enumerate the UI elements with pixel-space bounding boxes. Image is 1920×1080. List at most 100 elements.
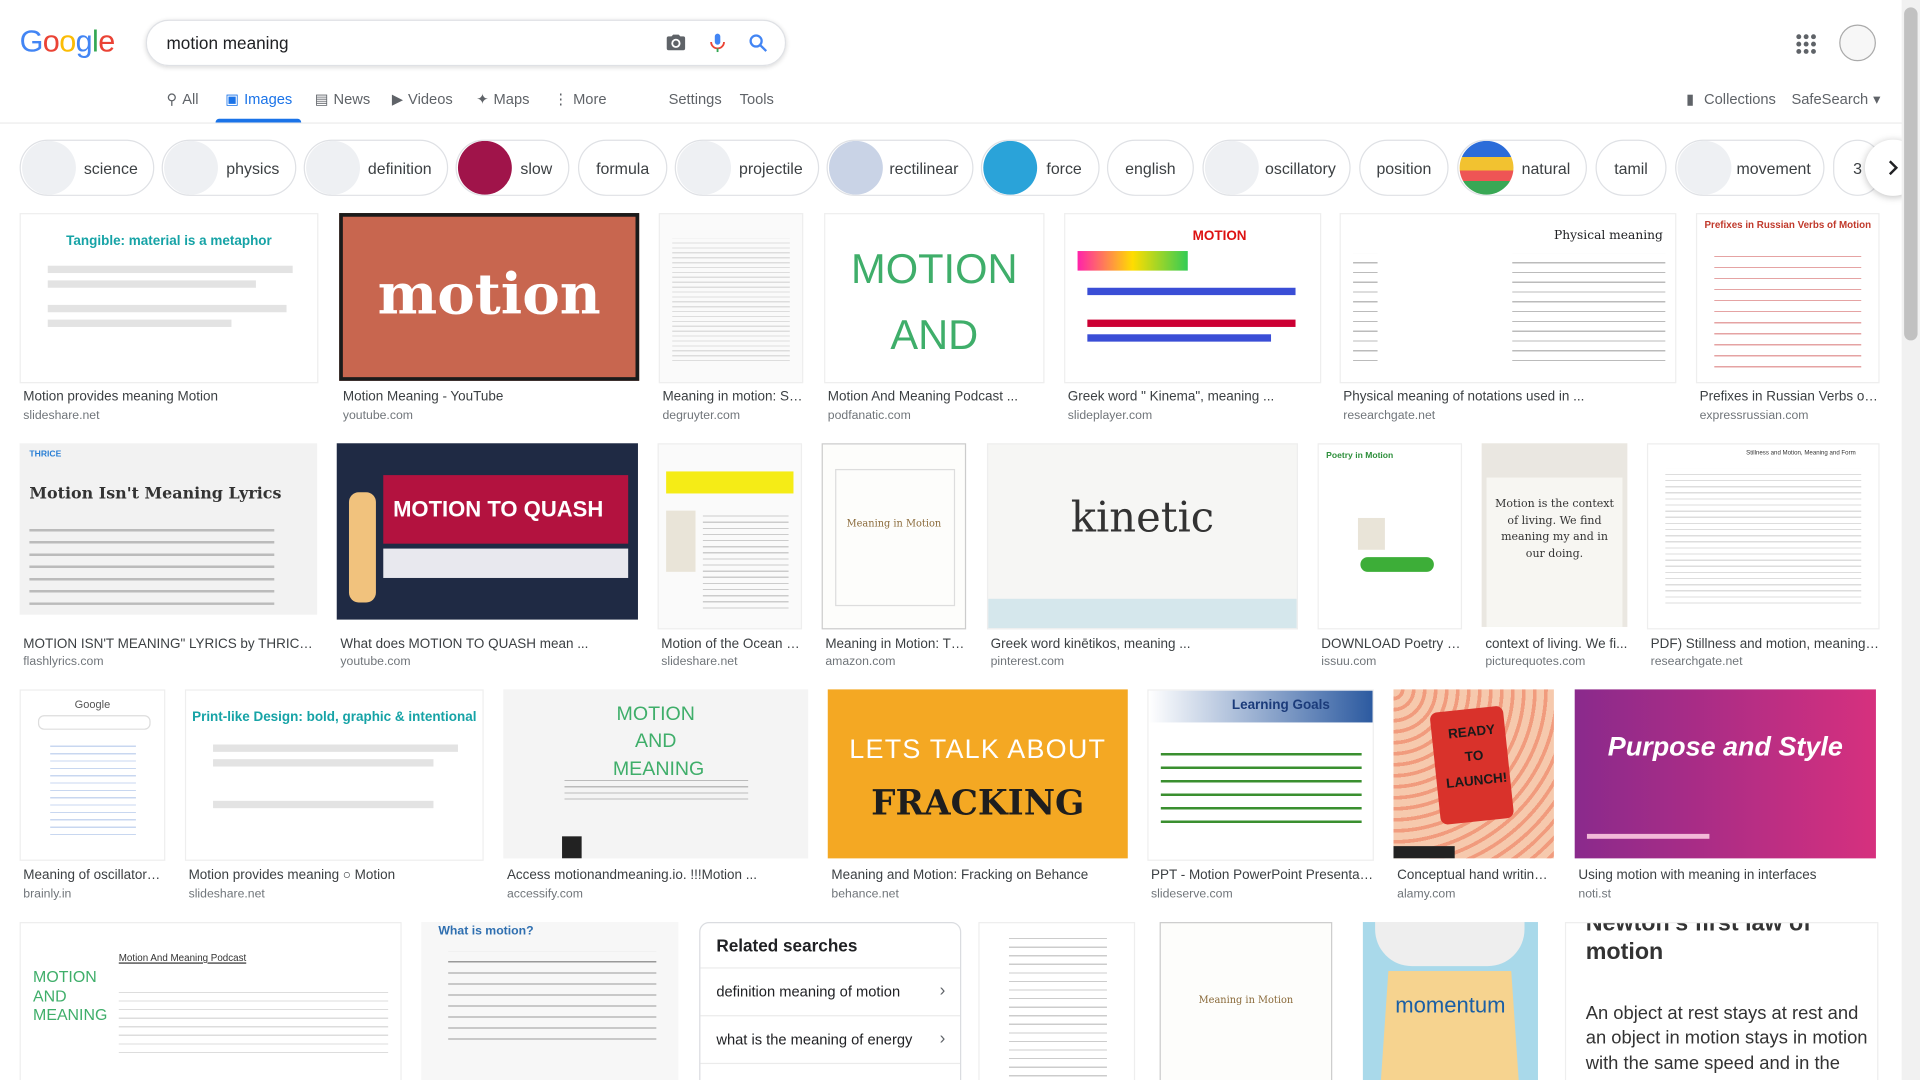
chip-slow[interactable]: slow (455, 139, 570, 196)
result-thumbnail[interactable]: Print-like Design: bold, graphic & inten… (184, 689, 484, 861)
result-thumbnail[interactable]: LETS TALK ABOUT FRACKING (827, 689, 1128, 859)
related-searches: Related searches definition meaning of m… (699, 922, 962, 1080)
image-result[interactable]: What is motion? (421, 922, 679, 1080)
image-result[interactable]: Meaning in Motion (1159, 922, 1333, 1080)
settings-link[interactable]: Settings (669, 91, 722, 108)
image-result[interactable]: motion Motion Meaning - YouTube youtube.… (339, 213, 640, 424)
result-thumbnail[interactable] (657, 443, 803, 630)
result-thumbnail[interactable]: Prefixes in Russian Verbs of Motion (1695, 213, 1880, 384)
more-vertical-icon: ⋮ (553, 90, 569, 108)
chip-oscillatory[interactable]: oscillatory (1202, 139, 1351, 196)
image-result[interactable] (978, 922, 1136, 1080)
chip-position[interactable]: position (1359, 139, 1449, 196)
chip-projectile[interactable]: projectile (674, 139, 820, 196)
result-thumbnail[interactable]: Meaning in Motion (1159, 922, 1333, 1080)
safesearch-menu[interactable]: SafeSearch ▾ (1791, 91, 1880, 108)
related-item[interactable]: definition meaning of motion › (700, 967, 961, 1015)
image-result[interactable]: momentum (1362, 922, 1538, 1080)
result-thumbnail[interactable]: MOTION AND MEANING (824, 213, 1045, 384)
image-result[interactable]: THRICE Motion Isn't Meaning Lyrics MOTIO… (19, 443, 318, 671)
result-thumbnail[interactable]: Newton's first law of motion An object a… (1564, 922, 1879, 1080)
result-thumbnail[interactable]: Stillness and Motion, Meaning and Form (1646, 443, 1880, 630)
caret-down-icon: ▾ (1873, 90, 1881, 108)
image-result[interactable]: kinetic Greek word kinētikos, meaning ..… (986, 443, 1298, 671)
image-result[interactable]: Motion is the context of living. We find… (1481, 443, 1628, 671)
result-thumbnail[interactable]: Motion is the context of living. We find… (1481, 443, 1628, 627)
result-thumbnail[interactable]: motion (339, 213, 640, 381)
related-item[interactable] (700, 1062, 961, 1080)
result-thumbnail[interactable]: Tangible: material is a metaphor (19, 213, 319, 384)
chip-english[interactable]: english (1106, 139, 1194, 196)
result-thumbnail[interactable]: Meaning in Motion (821, 443, 967, 630)
result-thumbnail[interactable]: momentum (1362, 922, 1538, 1080)
result-thumbnail[interactable]: Purpose and Style (1574, 689, 1876, 859)
result-thumbnail[interactable]: Physical meaning (1339, 213, 1677, 384)
microphone-icon[interactable] (707, 32, 729, 54)
tab-all[interactable]: ⚲ All (167, 91, 199, 108)
page-scrollbar[interactable] (1901, 0, 1920, 1080)
result-thumbnail[interactable] (978, 922, 1136, 1080)
chip-movement[interactable]: movement (1675, 139, 1825, 196)
camera-icon[interactable] (665, 32, 687, 54)
chip-natural[interactable]: natural (1457, 139, 1587, 196)
chip-tamil[interactable]: tamil (1595, 139, 1667, 196)
chip-definition[interactable]: definition (303, 139, 449, 196)
chip-science[interactable]: science (19, 139, 155, 196)
tab-news[interactable]: ▤ News (315, 91, 371, 108)
result-thumbnail[interactable]: kinetic (986, 443, 1298, 630)
chip-rectilinear[interactable]: rectilinear (826, 139, 974, 196)
chip-force[interactable]: force (980, 139, 1100, 196)
avatar[interactable] (1839, 24, 1876, 62)
image-result[interactable]: Physical meaning Physical meaning of not… (1339, 213, 1677, 424)
image-result[interactable]: Tangible: material is a metaphor Motion … (19, 213, 319, 424)
related-item[interactable]: what is the meaning of energy › (700, 1015, 961, 1063)
collections-link[interactable]: ▮ Collections (1686, 91, 1776, 108)
chip-thumbnail (828, 140, 883, 195)
result-thumbnail[interactable]: Poetry in Motion (1317, 443, 1463, 630)
search-input[interactable]: motion meaning (167, 33, 289, 53)
image-result[interactable]: LETS TALK ABOUT FRACKING Meaning and Mot… (827, 689, 1128, 903)
tab-images[interactable]: ▣ Images (225, 91, 292, 108)
image-result[interactable]: Print-like Design: bold, graphic & inten… (184, 689, 484, 903)
result-thumbnail[interactable] (658, 213, 804, 384)
tab-videos[interactable]: ▶ Videos (392, 91, 453, 108)
image-result[interactable]: Poetry in Motion DOWNLOAD Poetry in... i… (1317, 443, 1463, 671)
result-thumbnail[interactable]: MOTION AND MEANING (503, 689, 809, 859)
image-result[interactable]: Newton's first law of motion An object a… (1564, 922, 1879, 1080)
image-result[interactable]: READY TO LAUNCH! Conceptual hand writing… (1393, 689, 1554, 903)
tools-link[interactable]: Tools (740, 91, 774, 108)
chip-physics[interactable]: physics (161, 139, 297, 196)
image-result[interactable]: Stillness and Motion, Meaning and Form P… (1646, 443, 1880, 671)
apps-icon[interactable] (1796, 34, 1816, 54)
result-thumbnail[interactable]: READY TO LAUNCH! (1393, 689, 1554, 859)
result-thumbnail[interactable]: What is motion? (421, 922, 679, 1080)
tab-maps[interactable]: ✦ Maps (476, 91, 529, 108)
image-result[interactable]: MOTION TO QUASH What does MOTION TO QUAS… (336, 443, 638, 671)
image-result[interactable]: Purpose and Style Using motion with mean… (1574, 689, 1876, 903)
tab-more[interactable]: ⋮ More (553, 91, 606, 108)
image-result[interactable]: MOTION AND MEANING Motion And Meaning Po… (824, 213, 1045, 424)
scrollbar-thumb[interactable] (1904, 7, 1918, 341)
image-result[interactable]: MOTION Greek word " Kinema", meaning ...… (1064, 213, 1322, 424)
result-thumbnail[interactable]: Google (19, 689, 166, 861)
chip-thumbnail (983, 140, 1038, 195)
result-thumbnail[interactable]: Learning Goals (1147, 689, 1374, 861)
search-box[interactable]: motion meaning (145, 19, 787, 67)
chip-thumbnail (677, 140, 732, 195)
chip-thumbnail (22, 140, 76, 195)
result-thumbnail[interactable]: MOTION AND MEANING Motion And Meaning Po… (19, 922, 402, 1080)
image-result[interactable]: Meaning in Motion Meaning in Motion: Th.… (821, 443, 967, 671)
image-result[interactable]: MOTION AND MEANING Access motionandmeani… (503, 689, 809, 903)
result-thumbnail[interactable]: THRICE Motion Isn't Meaning Lyrics (19, 443, 318, 615)
result-thumbnail[interactable]: MOTION (1064, 213, 1322, 384)
chip-formula[interactable]: formula (577, 139, 668, 196)
image-result[interactable]: MOTION AND MEANING Motion And Meaning Po… (19, 922, 402, 1080)
search-icon[interactable] (747, 32, 769, 54)
image-result[interactable]: Learning Goals PPT - Motion PowerPoint P… (1147, 689, 1374, 903)
result-thumbnail[interactable]: MOTION TO QUASH (336, 443, 638, 620)
image-result[interactable]: Prefixes in Russian Verbs of Motion Pref… (1695, 213, 1880, 424)
image-result[interactable]: Meaning in motion: Sh... degruyter.com (658, 213, 804, 424)
image-result[interactable]: Google Meaning of oscillatory ... brainl… (19, 689, 166, 903)
google-logo[interactable]: Google (20, 24, 116, 60)
image-result[interactable]: Motion of the Ocean 1... slideshare.net (657, 443, 803, 671)
